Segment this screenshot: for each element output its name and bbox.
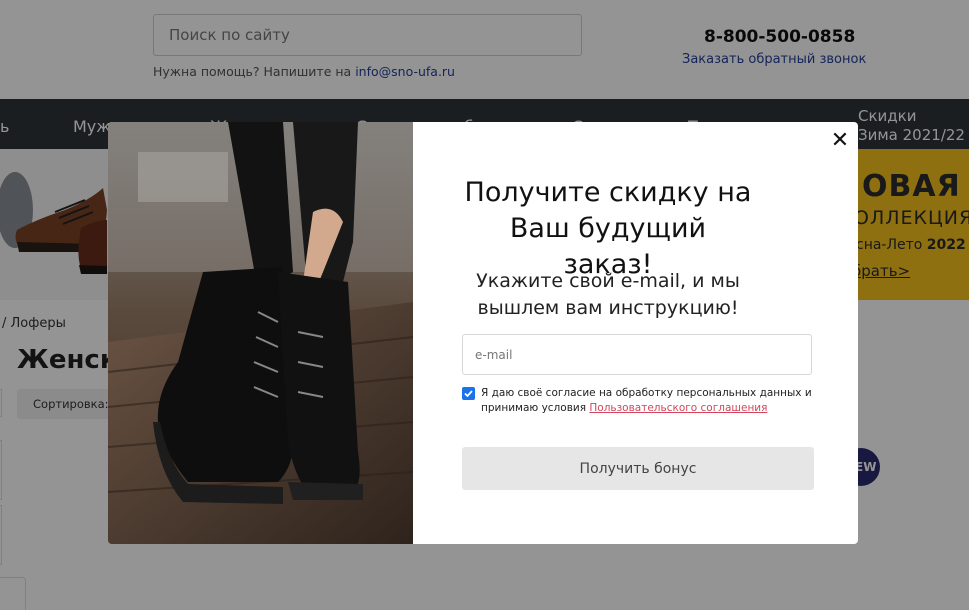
discount-modal: ✕ Получите скидку на Ваш будущий заказ! … — [108, 122, 858, 544]
boots-photo — [108, 122, 413, 544]
consent-checkbox[interactable] — [462, 387, 475, 400]
check-icon — [464, 390, 473, 398]
user-agreement-link[interactable]: Пользовательского соглашения — [589, 402, 767, 414]
close-button[interactable]: ✕ — [829, 130, 851, 152]
email-field[interactable] — [462, 334, 812, 375]
modal-title: Получите скидку на Ваш будущий заказ! — [464, 177, 752, 280]
consent-label: Я даю своё согласие на обработку персона… — [481, 386, 821, 416]
modal-subtitle: Укажите свой e-mail, и мы вышлем вам инс… — [476, 270, 740, 319]
get-bonus-button[interactable]: Получить бонус — [462, 447, 814, 490]
